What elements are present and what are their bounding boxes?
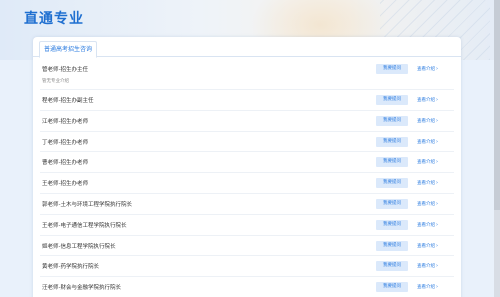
chevron-right-icon: › [436, 66, 438, 72]
view-intro-link[interactable]: 查看介绍› [417, 261, 438, 271]
ask-question-button[interactable]: 我要提问 [376, 219, 408, 230]
tab-general-admission[interactable]: 普通高考招生咨询 [39, 41, 98, 58]
view-intro-link[interactable]: 查看介绍› [417, 178, 438, 188]
teacher-name: 王老师-电子通信工程学院执行院长 [42, 222, 127, 229]
teacher-name: 管老师-招生办主任 [42, 67, 88, 73]
chevron-right-icon: › [436, 221, 438, 228]
view-intro-label: 查看介绍 [417, 181, 435, 187]
view-intro-link[interactable]: 查看介绍› [417, 282, 438, 292]
list-item: 江老师-招生办老师 我要提问 查看介绍› [40, 111, 454, 132]
teacher-name: 江老师-招生办老师 [42, 118, 88, 125]
tab-bar: 普通高考招生咨询 [33, 37, 461, 58]
view-intro-label: 查看介绍 [417, 285, 435, 291]
view-intro-link[interactable]: 查看介绍› [417, 241, 438, 251]
chevron-right-icon: › [436, 242, 438, 249]
list-item: 曹老师-招生办老师 我要提问 查看介绍› [40, 152, 454, 174]
view-intro-label: 查看介绍 [417, 67, 435, 72]
chevron-right-icon: › [436, 97, 438, 103]
list-item: 王老师-电子通信工程学院执行院长 我要提问 查看介绍› [40, 215, 454, 236]
list-item: 王老师-招生办老师 我要提问 查看介绍› [40, 173, 454, 194]
chevron-right-icon: › [436, 200, 438, 207]
teacher-name: 郭老师-土木与环境工程学院执行院长 [42, 201, 132, 208]
view-intro-label: 查看介绍 [417, 160, 435, 166]
ask-question-button[interactable]: 我要提问 [376, 282, 408, 293]
teacher-subtitle: 管无专业介绍 [42, 79, 69, 84]
view-intro-label: 查看介绍 [417, 222, 435, 228]
view-intro-link[interactable]: 查看介绍› [417, 220, 438, 230]
teacher-name: 丁老师-招生办老师 [42, 139, 88, 146]
ask-question-button[interactable]: 我要提问 [376, 240, 408, 251]
view-intro-label: 查看介绍 [417, 201, 435, 207]
chevron-right-icon: › [436, 180, 438, 187]
teacher-name: 姬老师-信息工程学院执行院长 [42, 243, 116, 250]
view-intro-link[interactable]: 查看介绍› [417, 64, 438, 74]
list-item: 汪老师-财会与金融学院执行院长 我要提问 查看介绍› [40, 277, 454, 297]
view-intro-link[interactable]: 查看介绍› [417, 199, 438, 209]
consult-card: 普通高考招生咨询 管老师-招生办主任 管无专业介绍 我要提问 查看介绍› 程老师-招生办… [33, 37, 461, 297]
view-intro-label: 查看介绍 [417, 243, 435, 249]
view-intro-label: 查看介绍 [417, 139, 435, 145]
list-item: 丁老师-招生办老师 我要提问 查看介绍› [40, 132, 454, 153]
teacher-name: 汪老师-财会与金融学院执行院长 [42, 285, 121, 292]
ask-question-button[interactable]: 我要提问 [376, 136, 408, 147]
teacher-name: 王老师-招生办老师 [42, 181, 88, 188]
chevron-right-icon: › [436, 159, 438, 166]
chevron-right-icon: › [436, 263, 438, 270]
list-item: 黄老师-药学院执行院长 我要提问 查看介绍› [40, 256, 454, 278]
chevron-right-icon: › [436, 117, 438, 124]
view-intro-label: 查看介绍 [417, 98, 435, 103]
list-item: 姬老师-信息工程学院执行院长 我要提问 查看介绍› [40, 236, 454, 257]
list-item: 管老师-招生办主任 管无专业介绍 我要提问 查看介绍› [40, 59, 454, 90]
page-title: 直通专业 [24, 11, 84, 27]
ask-question-button[interactable]: 我要提问 [376, 198, 408, 209]
ask-question-button[interactable]: 我要提问 [376, 261, 408, 272]
view-intro-link[interactable]: 查看介绍› [417, 137, 438, 147]
list-item: 郭老师-土木与环境工程学院执行院长 我要提问 查看介绍› [40, 194, 454, 215]
view-intro-link[interactable]: 查看介绍› [417, 116, 438, 126]
view-intro-link[interactable]: 查看介绍› [417, 157, 438, 167]
ask-question-button[interactable]: 我要提问 [376, 95, 408, 105]
scrollbar-thumb[interactable] [494, 0, 500, 210]
view-intro-link[interactable]: 查看介绍› [417, 95, 438, 105]
ask-question-button[interactable]: 我要提问 [376, 64, 408, 74]
list-item: 程老师-招生办副主任 我要提问 查看介绍› [40, 90, 454, 111]
teacher-name: 程老师-招生办副主任 [42, 98, 94, 104]
chevron-right-icon: › [436, 138, 438, 145]
teacher-list: 管老师-招生办主任 管无专业介绍 我要提问 查看介绍› 程老师-招生办副主任 我要提问 查看… [40, 59, 454, 297]
view-intro-label: 查看介绍 [417, 118, 435, 124]
teacher-name: 黄老师-药学院执行院长 [42, 264, 99, 271]
teacher-name: 曹老师-招生办老师 [42, 160, 88, 167]
ask-question-button[interactable]: 我要提问 [376, 157, 408, 168]
view-intro-label: 查看介绍 [417, 264, 435, 270]
ask-question-button[interactable]: 我要提问 [376, 115, 408, 126]
ask-question-button[interactable]: 我要提问 [376, 178, 408, 189]
chevron-right-icon: › [436, 284, 438, 291]
